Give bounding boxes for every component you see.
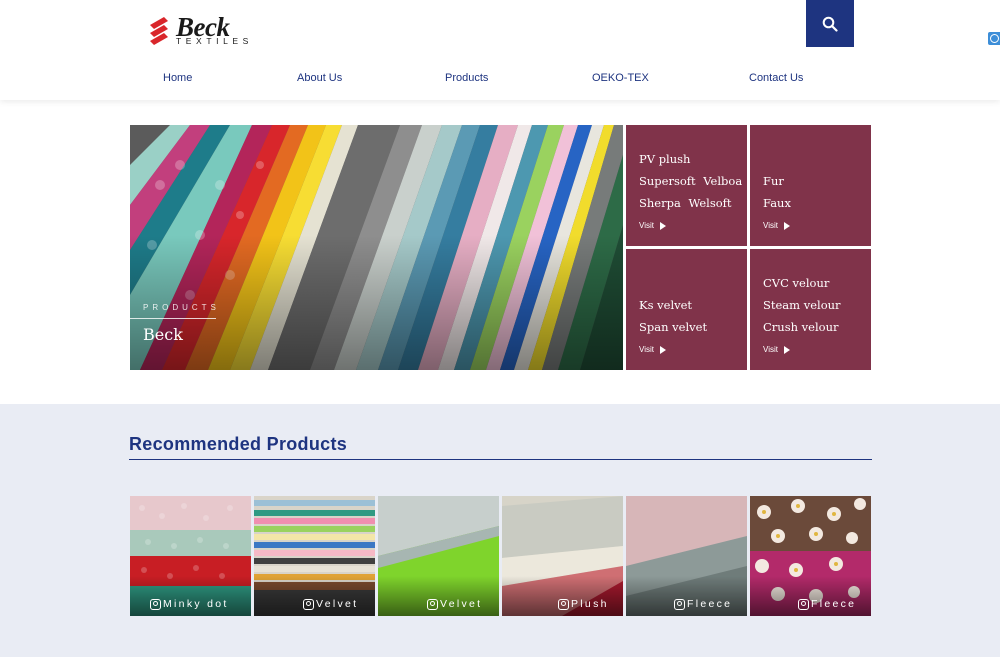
category-tile-velvet[interactable]: Ks velvet Span velvet Visit (626, 249, 747, 370)
play-arrow-icon (659, 345, 666, 354)
card-overlay (502, 576, 623, 616)
card-overlay (626, 576, 747, 616)
product-caption: Velvet (303, 598, 358, 610)
instagram-icon (150, 598, 161, 610)
visit-link[interactable]: Visit (763, 345, 790, 354)
visit-label: Visit (763, 345, 778, 354)
site-logo[interactable]: Beck TEXTILES (148, 12, 262, 48)
product-caption: Velvet (427, 598, 482, 610)
instagram-icon (303, 598, 314, 610)
product-caption-text: Fleece (687, 598, 733, 610)
category-tile-velour[interactable]: CVC velour Steam velour Crush velour Vis… (750, 249, 871, 370)
play-arrow-icon (659, 221, 666, 230)
category-tile-plush[interactable]: PV plush Supersoft Velboa Sherpa Welsoft… (626, 125, 747, 246)
nav-products[interactable]: Products (445, 72, 488, 84)
nav-about-us[interactable]: About Us (297, 72, 342, 84)
card-overlay (130, 576, 251, 616)
product-card-minky-dot[interactable]: Minky dot (130, 496, 251, 616)
product-card-velvet-2[interactable]: Velvet (378, 496, 499, 616)
hero-overlay (130, 125, 623, 370)
product-caption: Plush (558, 598, 609, 610)
product-caption: Minky dot (150, 598, 229, 610)
product-card-plush[interactable]: Plush (502, 496, 623, 616)
play-arrow-icon (783, 221, 790, 230)
nav-oeko-tex[interactable]: OEKO-TEX (592, 72, 649, 84)
tile-line: Ks velvet (639, 298, 693, 312)
tile-line: Sherpa Welsoft (639, 196, 732, 210)
logo-mark-icon (150, 17, 168, 45)
play-arrow-icon (783, 345, 790, 354)
hero-banner[interactable]: PRODUCTS Beck (130, 125, 623, 370)
hero-divider (130, 318, 216, 319)
visit-link[interactable]: Visit (639, 221, 666, 230)
tile-line: Faux (763, 196, 791, 210)
logo-tagline: TEXTILES (176, 36, 253, 46)
tile-line: Supersoft Velboa (639, 174, 743, 188)
visit-link[interactable]: Visit (763, 221, 790, 230)
card-overlay (378, 576, 499, 616)
visit-label: Visit (639, 221, 654, 230)
section-title: Recommended Products (129, 434, 348, 454)
instagram-icon (798, 598, 809, 610)
search-icon (822, 16, 838, 32)
product-caption-text: Minky dot (163, 598, 229, 610)
recommended-section: Recommended Products Minky dot Velvet Ve… (0, 404, 1000, 657)
product-caption: Fleece (798, 598, 856, 610)
instagram-icon (427, 598, 438, 610)
tile-line: Steam velour (763, 298, 841, 312)
nav-home[interactable]: Home (163, 72, 192, 84)
tile-line: Crush velour (763, 320, 839, 334)
hero-title: Beck (143, 325, 183, 344)
visit-link[interactable]: Visit (639, 345, 666, 354)
card-overlay (254, 576, 375, 616)
tile-line: Span velvet (639, 320, 708, 334)
product-caption-text: Plush (571, 598, 609, 610)
site-header: Beck TEXTILES Home About Us Products OEK… (0, 0, 1000, 100)
nav-contact-us[interactable]: Contact Us (749, 72, 803, 84)
instagram-icon (558, 598, 569, 610)
product-card-fleece-2[interactable]: Fleece (750, 496, 871, 616)
footer-edge (0, 657, 1000, 667)
search-button[interactable] (806, 0, 854, 47)
product-caption-text: Velvet (316, 598, 359, 610)
tile-line: Fur (763, 174, 784, 188)
product-caption: Fleece (674, 598, 732, 610)
product-card-fleece-1[interactable]: Fleece (626, 496, 747, 616)
hero-kicker: PRODUCTS (143, 303, 220, 312)
tile-line: PV plush (639, 152, 691, 166)
card-overlay (750, 576, 871, 616)
main-nav: Home About Us Products OEKO-TEX Contact … (0, 72, 1000, 88)
section-divider (129, 459, 872, 460)
category-tile-fur[interactable]: Fur Faux Visit (750, 125, 871, 246)
side-widget-icon[interactable] (988, 32, 1000, 45)
visit-label: Visit (639, 345, 654, 354)
product-caption-text: Velvet (440, 598, 483, 610)
product-card-velvet-1[interactable]: Velvet (254, 496, 375, 616)
visit-label: Visit (763, 221, 778, 230)
instagram-icon (674, 598, 685, 610)
tile-line: CVC velour (763, 276, 830, 290)
product-caption-text: Fleece (811, 598, 857, 610)
